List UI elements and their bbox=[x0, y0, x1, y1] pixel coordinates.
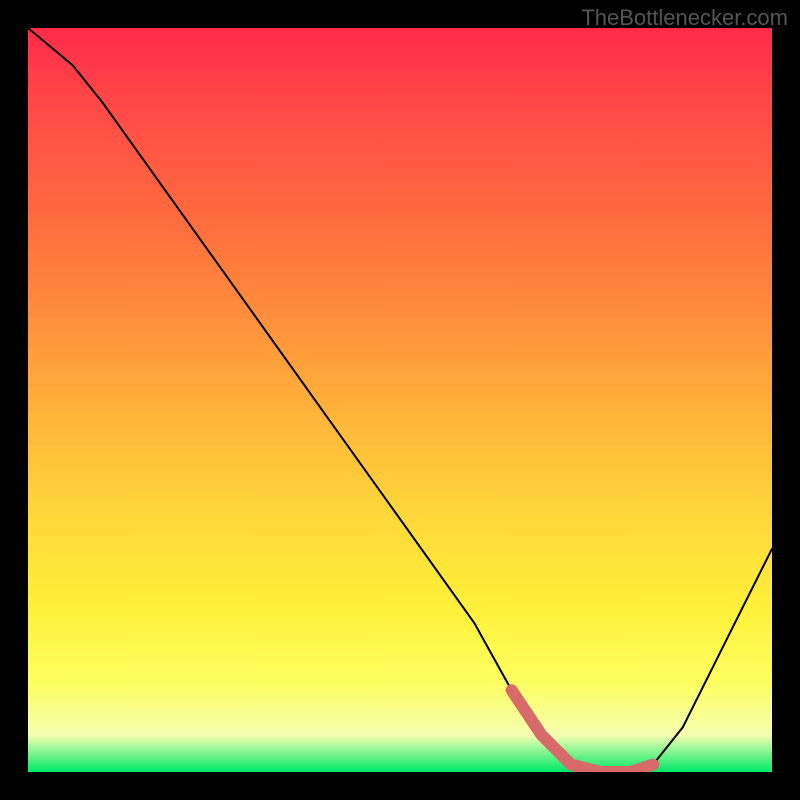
watermark-text: TheBottlenecker.com bbox=[581, 5, 788, 31]
curve-layer bbox=[28, 28, 772, 772]
bottleneck-curve bbox=[28, 28, 772, 772]
chart-plot-area bbox=[28, 28, 772, 772]
emphasis-segment bbox=[512, 690, 653, 772]
